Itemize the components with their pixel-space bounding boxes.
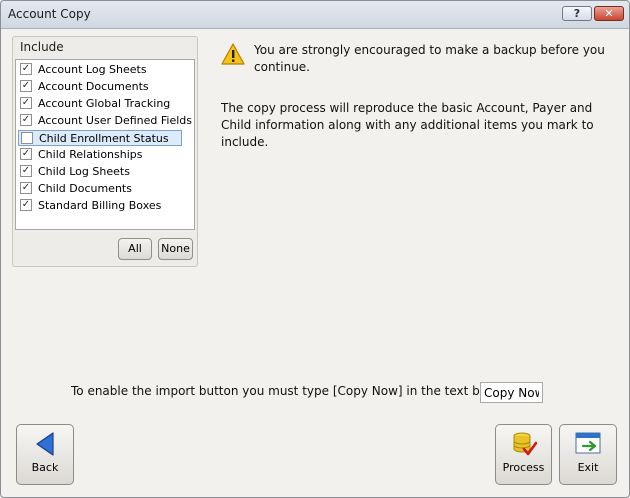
include-label: Include <box>20 40 64 54</box>
list-item-label: Child Enrollment Status <box>39 132 169 145</box>
copy-process-info-text: The copy process will reproduce the basi… <box>221 101 594 149</box>
exit-button[interactable]: Exit <box>559 424 617 485</box>
process-button-label: Process <box>502 461 545 474</box>
list-item-standard-billing-boxes[interactable]: ✓ Standard Billing Boxes <box>18 198 182 214</box>
checkbox[interactable]: ✓ <box>20 165 32 177</box>
list-item-label: Standard Billing Boxes <box>38 199 162 212</box>
list-item-label: Account User Defined Fields <box>38 114 192 127</box>
close-button[interactable]: ✕ <box>594 6 624 21</box>
list-item-account-user-defined-fields[interactable]: ✓ Account User Defined Fields <box>18 113 192 129</box>
warning-icon <box>221 43 245 65</box>
back-button[interactable]: Back <box>16 424 74 485</box>
list-item-label: Account Log Sheets <box>38 63 147 76</box>
list-item-account-documents[interactable]: ✓ Account Documents <box>18 79 182 95</box>
select-none-button[interactable]: None <box>158 238 193 260</box>
enable-instruction-text: To enable the import button you must typ… <box>71 384 494 398</box>
account-copy-window: Account Copy ? ✕ Include ✓ Account Log S… <box>0 0 630 498</box>
list-item-child-enrollment-status[interactable]: Child Enrollment Status <box>18 130 182 146</box>
list-item-child-relationships[interactable]: ✓ Child Relationships <box>18 147 182 163</box>
checkbox[interactable]: ✓ <box>20 182 32 194</box>
checkbox[interactable]: ✓ <box>20 63 32 75</box>
checkbox[interactable]: ✓ <box>20 148 32 160</box>
list-item-label: Child Documents <box>38 182 132 195</box>
window-title: Account Copy <box>8 7 91 21</box>
include-list[interactable]: ✓ Account Log Sheets ✓ Account Documents… <box>15 59 195 230</box>
list-item-label: Account Global Tracking <box>38 97 171 110</box>
checkbox[interactable]: ✓ <box>20 199 32 211</box>
list-item-account-log-sheets[interactable]: ✓ Account Log Sheets <box>18 62 182 78</box>
checkbox[interactable] <box>21 132 33 144</box>
list-item-child-documents[interactable]: ✓ Child Documents <box>18 181 182 197</box>
include-group: Include ✓ Account Log Sheets ✓ Account D… <box>12 36 198 267</box>
select-all-button[interactable]: All <box>118 238 152 260</box>
database-check-icon <box>513 432 537 456</box>
checkbox[interactable]: ✓ <box>20 80 32 92</box>
checkbox[interactable]: ✓ <box>20 114 32 126</box>
exit-button-label: Exit <box>577 461 599 474</box>
list-item-label: Child Log Sheets <box>38 165 130 178</box>
list-item-label: Child Relationships <box>38 148 143 161</box>
list-item-label: Account Documents <box>38 80 149 93</box>
copy-now-input[interactable] <box>480 382 543 403</box>
list-item-child-log-sheets[interactable]: ✓ Child Log Sheets <box>18 164 182 180</box>
back-button-label: Back <box>31 461 59 474</box>
checkbox[interactable]: ✓ <box>20 97 32 109</box>
list-item-account-global-tracking[interactable]: ✓ Account Global Tracking <box>18 96 182 112</box>
process-button[interactable]: Process <box>495 424 552 485</box>
help-button[interactable]: ? <box>562 6 592 21</box>
backup-warning-text: You are strongly encouraged to make a ba… <box>254 43 605 74</box>
title-bar: Account Copy ? ✕ <box>1 1 629 29</box>
back-arrow-icon <box>36 432 54 456</box>
exit-icon <box>575 432 601 454</box>
